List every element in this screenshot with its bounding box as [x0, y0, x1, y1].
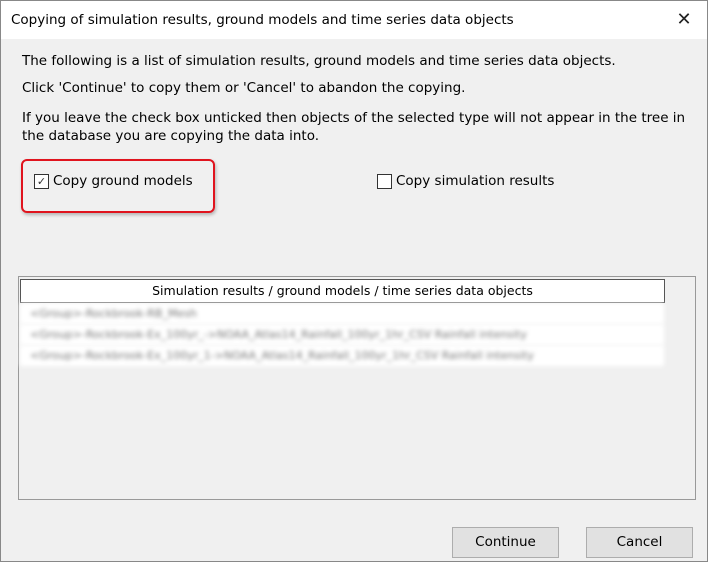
objects-list[interactable]: Simulation results / ground models / tim…: [18, 276, 696, 500]
intro-line-2: Click 'Continue' to copy them or 'Cancel…: [22, 80, 466, 96]
intro-line-3: If you leave the check box unticked then…: [22, 110, 686, 126]
continue-button[interactable]: Continue: [452, 527, 559, 558]
list-item[interactable]: <Group>-Rockbrook-Ex_100yr_1->NOAA_Atlas…: [20, 345, 664, 366]
checkbox-label: Copy ground models: [53, 173, 193, 189]
copy-ground-models-checkbox[interactable]: ✓ Copy ground models: [34, 173, 193, 189]
intro-line-4: the database you are copying the data in…: [22, 128, 320, 144]
checkbox-checked[interactable]: ✓: [34, 173, 49, 189]
copy-simulation-results-checkbox[interactable]: Copy simulation results: [377, 173, 554, 189]
dialog-title: Copying of simulation results, ground mo…: [11, 12, 514, 28]
checkbox-label: Copy simulation results: [396, 173, 555, 189]
title-bar: Copying of simulation results, ground mo…: [1, 1, 707, 39]
copy-dialog: Copying of simulation results, ground mo…: [0, 0, 708, 562]
list-item[interactable]: <Group>-Rockbrook-Ex_100yr_->NOAA_Atlas1…: [20, 324, 664, 345]
list-item[interactable]: <Group>-Rockbrook-RB_Mesh: [20, 303, 664, 324]
intro-line-1: The following is a list of simulation re…: [22, 53, 616, 69]
column-header[interactable]: Simulation results / ground models / tim…: [20, 279, 665, 303]
checkbox-unchecked[interactable]: [377, 173, 392, 189]
cancel-button[interactable]: Cancel: [586, 527, 693, 558]
close-icon[interactable]: ✕: [661, 1, 707, 39]
